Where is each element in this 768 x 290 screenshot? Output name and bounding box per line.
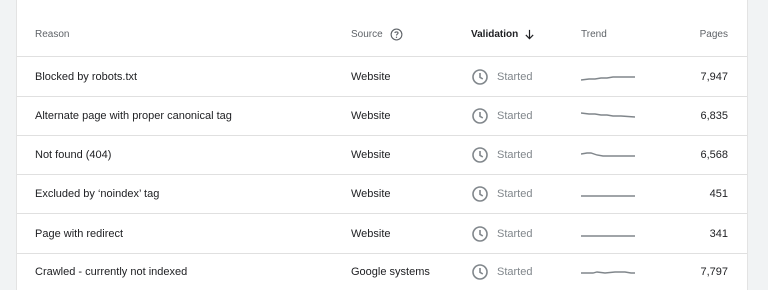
source-cell: Website bbox=[351, 149, 391, 161]
reason-cell: Alternate page with proper canonical tag bbox=[35, 110, 232, 122]
pages-cell: 6,568 bbox=[700, 149, 728, 161]
table-row[interactable]: Blocked by robots.txt Website Started 7,… bbox=[17, 57, 747, 97]
reason-cell: Crawled - currently not indexed bbox=[35, 266, 188, 278]
pages-cell: 341 bbox=[709, 227, 728, 240]
reason-cell: Blocked by robots.txt bbox=[35, 70, 138, 83]
column-header-source-label: Source bbox=[351, 29, 383, 40]
table-header: Reason Source Validation Trend Pages bbox=[17, 13, 747, 57]
source-cell: Google systems bbox=[351, 266, 430, 278]
source-cell: Website bbox=[351, 188, 391, 200]
trend-cell bbox=[581, 187, 635, 201]
trend-cell bbox=[581, 227, 635, 241]
table-row[interactable]: Excluded by ‘noindex’ tag Website Starte… bbox=[17, 175, 747, 214]
pages-cell: 6,835 bbox=[700, 110, 728, 122]
column-header-source[interactable]: Source bbox=[351, 28, 403, 41]
validation-cell: Started bbox=[471, 68, 532, 86]
clock-icon bbox=[472, 186, 488, 202]
trend-cell bbox=[581, 109, 635, 123]
validation-status: Started bbox=[497, 70, 533, 83]
column-header-validation-label: Validation bbox=[471, 29, 519, 40]
pages-cell: 7,797 bbox=[700, 266, 728, 278]
validation-status: Started bbox=[497, 188, 533, 200]
source-cell: Website bbox=[351, 70, 391, 83]
clock-icon bbox=[472, 68, 488, 85]
table-row[interactable]: Page with redirect Website Started 341 bbox=[17, 214, 747, 254]
reason-cell: Page with redirect bbox=[35, 227, 124, 240]
validation-status: Started bbox=[497, 266, 533, 278]
reason-cell: Not found (404) bbox=[35, 149, 112, 161]
arrow-down-icon[interactable] bbox=[524, 29, 535, 40]
column-header-trend: Trend bbox=[581, 29, 607, 40]
clock-icon bbox=[472, 225, 488, 242]
validation-cell: Started bbox=[471, 107, 532, 125]
trend-cell bbox=[581, 70, 635, 84]
trend-sparkline bbox=[581, 75, 635, 81]
table-row[interactable]: Crawled - currently not indexed Google s… bbox=[17, 254, 747, 290]
validation-cell: Started bbox=[471, 263, 532, 281]
clock-icon bbox=[472, 108, 488, 124]
validation-status: Started bbox=[497, 110, 533, 122]
trend-sparkline bbox=[581, 234, 635, 237]
validation-cell: Started bbox=[471, 185, 532, 203]
indexing-reasons-table: Reason Source Validation Trend Pages Blo… bbox=[16, 0, 748, 290]
source-cell: Website bbox=[351, 110, 391, 122]
trend-cell bbox=[581, 148, 635, 162]
clock-icon bbox=[472, 264, 488, 280]
trend-sparkline bbox=[581, 152, 635, 157]
table-row[interactable]: Alternate page with proper canonical tag… bbox=[17, 97, 747, 136]
pages-cell: 451 bbox=[709, 188, 728, 200]
trend-cell bbox=[581, 265, 635, 279]
reason-cell: Excluded by ‘noindex’ tag bbox=[35, 188, 160, 200]
trend-sparkline bbox=[581, 271, 635, 274]
validation-status: Started bbox=[497, 227, 533, 240]
column-header-reason[interactable]: Reason bbox=[35, 29, 69, 40]
trend-sparkline bbox=[581, 112, 635, 118]
clock-icon bbox=[472, 147, 488, 163]
table-row[interactable]: Not found (404) Website Started 6,568 bbox=[17, 136, 747, 175]
validation-status: Started bbox=[497, 149, 533, 161]
help-circle-icon[interactable] bbox=[390, 28, 403, 41]
column-header-validation[interactable]: Validation bbox=[471, 29, 535, 40]
source-cell: Website bbox=[351, 227, 391, 240]
pages-cell: 7,947 bbox=[700, 70, 728, 83]
validation-cell: Started bbox=[471, 225, 532, 243]
trend-sparkline bbox=[581, 195, 635, 197]
validation-cell: Started bbox=[471, 146, 532, 164]
column-header-pages[interactable]: Pages bbox=[700, 29, 728, 40]
